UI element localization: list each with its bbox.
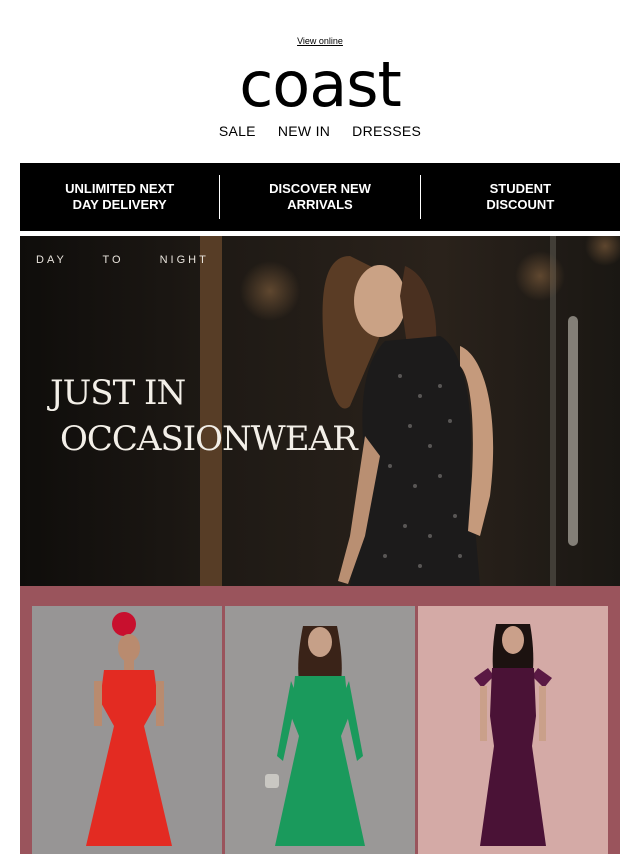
nav-new-in[interactable]: NEW IN bbox=[278, 123, 330, 139]
hero-title: JUST IN OCCASIONWEAR bbox=[50, 370, 358, 462]
main-nav: SALE NEW IN DRESSES bbox=[0, 123, 640, 139]
product-card-plum-dress[interactable] bbox=[418, 606, 608, 854]
view-online-link[interactable]: View online bbox=[0, 36, 640, 46]
product-image bbox=[418, 606, 608, 854]
promo-student-discount[interactable]: STUDENT DISCOUNT bbox=[421, 175, 620, 219]
promo-next-day-delivery[interactable]: UNLIMITED NEXT DAY DELIVERY bbox=[20, 175, 219, 219]
hero-title-line2: OCCASIONWEAR bbox=[60, 419, 358, 459]
product-image bbox=[225, 606, 415, 854]
hero-title-line1: JUST IN bbox=[50, 373, 186, 413]
product-card-green-dress[interactable] bbox=[225, 606, 415, 854]
hero-banner[interactable]: DAY TO NIGHT JUST IN OCCASIONWEAR bbox=[20, 236, 620, 586]
product-card-red-dress[interactable] bbox=[32, 606, 222, 854]
nav-sale[interactable]: SALE bbox=[219, 123, 256, 139]
promo-new-arrivals[interactable]: DISCOVER NEW ARRIVALS bbox=[220, 175, 419, 219]
coast-logo[interactable]: coast bbox=[0, 50, 640, 120]
hero-tagline: DAY TO NIGHT bbox=[36, 254, 209, 266]
nav-dresses[interactable]: DRESSES bbox=[352, 123, 421, 139]
product-image bbox=[32, 606, 222, 854]
promo-bar: UNLIMITED NEXT DAY DELIVERY DISCOVER NEW… bbox=[20, 163, 620, 231]
product-grid bbox=[20, 586, 620, 854]
